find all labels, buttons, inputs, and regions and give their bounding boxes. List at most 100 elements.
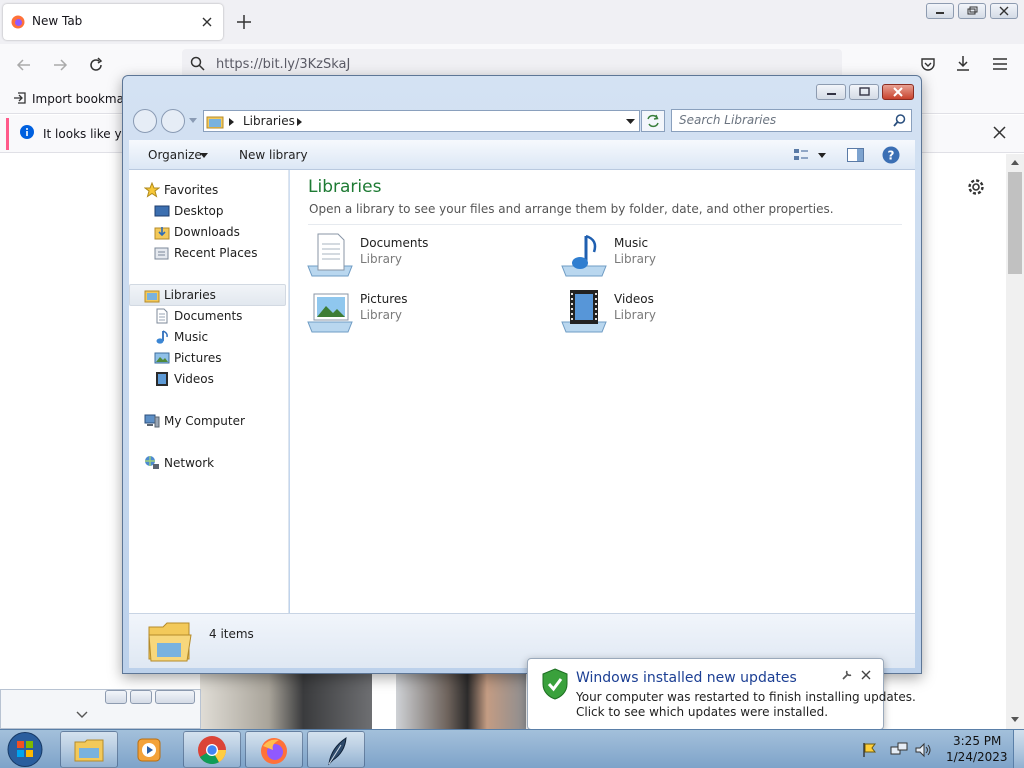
photo-thumbnail[interactable]	[396, 674, 526, 729]
nav-my-computer-label: My Computer	[164, 414, 245, 428]
computer-icon	[144, 414, 160, 428]
nav-favorites-label: Favorites	[164, 183, 219, 197]
taskbar-chrome-button[interactable]	[183, 731, 241, 768]
chevron-down-icon[interactable]	[818, 153, 826, 158]
back-forward-buttons[interactable]	[132, 108, 190, 134]
scroll-up-arrow-icon[interactable]	[1010, 158, 1020, 166]
action-center-flag-icon[interactable]	[862, 742, 878, 758]
view-options-icon[interactable]	[793, 148, 809, 162]
chevron-down-icon	[200, 153, 208, 158]
wrench-options-icon[interactable]	[841, 669, 853, 681]
libraries-explorer-window: Libraries Search Libraries Organize New …	[122, 75, 922, 674]
breadcrumb-arrow-icon[interactable]	[297, 118, 302, 126]
divider	[308, 224, 902, 225]
page-description: Open a library to see your files and arr…	[309, 202, 834, 216]
scroll-down-arrow-icon[interactable]	[1010, 716, 1020, 724]
taskbar-firefox-button[interactable]	[245, 731, 303, 768]
start-button-windows-icon[interactable]	[5, 731, 45, 768]
import-bookmarks-link[interactable]: Import bookmark	[32, 92, 136, 106]
libraries-folder-large-icon	[148, 622, 192, 662]
browser-restore-button[interactable]	[958, 3, 986, 19]
nav-downloads-label: Downloads	[174, 225, 240, 239]
browser-close-button[interactable]	[990, 3, 1018, 19]
forward-arrow-icon[interactable]	[52, 57, 68, 73]
star-icon	[144, 182, 160, 198]
downloads-folder-icon	[154, 227, 170, 240]
taskbar-media-player-button[interactable]	[122, 731, 180, 768]
search-icon[interactable]	[893, 114, 906, 127]
new-library-button[interactable]: New library	[239, 148, 308, 162]
clock-date[interactable]: 1/24/2023	[946, 750, 1008, 764]
chrome-icon	[198, 736, 226, 764]
clock-time[interactable]: 3:25 PM	[953, 734, 1001, 748]
mini-maximize-button[interactable]	[130, 690, 152, 704]
refresh-icon	[647, 114, 659, 128]
page-scrollbar-thumb[interactable]	[1008, 172, 1022, 274]
tab-title: New Tab	[32, 14, 83, 28]
taskbar-feather-app-button[interactable]	[307, 731, 365, 768]
library-music[interactable]: Music Library	[560, 230, 780, 280]
svg-text:?: ?	[888, 149, 895, 163]
new-tab-plus-icon[interactable]	[237, 15, 251, 29]
close-icon[interactable]	[861, 670, 871, 680]
menu-hamburger-icon[interactable]	[992, 57, 1008, 71]
pocket-icon[interactable]	[920, 56, 936, 72]
close-tab-icon[interactable]	[202, 17, 212, 27]
downloads-icon[interactable]	[955, 55, 971, 72]
media-player-icon	[137, 738, 161, 762]
network-tray-icon[interactable]	[890, 742, 908, 758]
videos-library-icon	[561, 290, 607, 333]
library-type: Library	[360, 252, 402, 266]
command-bar: Organize New library ?	[129, 140, 915, 170]
explorer-minimize-button[interactable]	[816, 84, 846, 100]
shield-check-icon	[542, 668, 568, 700]
address-bar[interactable]: Libraries	[203, 110, 640, 132]
photo-thumbnail[interactable]	[200, 674, 372, 729]
libraries-content-pane: Libraries Open a library to see your fil…	[290, 170, 915, 613]
notification-line-2: Click to see which updates were installe…	[576, 705, 829, 719]
back-arrow-icon[interactable]	[16, 57, 32, 73]
explorer-maximize-button[interactable]	[849, 84, 879, 100]
library-videos[interactable]: Videos Library	[560, 286, 780, 336]
desktop-icon	[154, 205, 170, 217]
library-pictures[interactable]: Pictures Library	[306, 286, 526, 336]
refresh-button[interactable]	[641, 110, 665, 132]
library-name: Documents	[360, 236, 429, 250]
nav-music-label: Music	[174, 330, 209, 344]
info-icon	[20, 125, 34, 139]
windows-taskbar: 3:25 PM 1/24/2023	[0, 729, 1024, 768]
libraries-icon	[144, 290, 160, 303]
taskbar-explorer-button[interactable]	[60, 731, 118, 768]
reload-icon[interactable]	[88, 57, 104, 73]
library-documents[interactable]: Documents Library	[306, 230, 526, 280]
nav-network-label: Network	[164, 456, 215, 470]
notice-accent-stripe	[6, 118, 9, 150]
nav-desktop-label: Desktop	[174, 204, 224, 218]
explorer-close-button[interactable]	[882, 84, 914, 100]
breadcrumb-libraries[interactable]: Libraries	[243, 114, 295, 128]
browser-minimize-button[interactable]	[926, 3, 954, 19]
library-type: Library	[360, 308, 402, 322]
mini-minimize-button[interactable]	[105, 690, 127, 704]
folder-icon	[74, 739, 104, 762]
help-icon[interactable]: ?	[882, 146, 900, 164]
chevron-down-icon[interactable]	[76, 711, 88, 719]
address-dropdown-icon[interactable]	[626, 119, 635, 124]
close-notice-icon[interactable]	[993, 126, 1006, 139]
preview-pane-icon[interactable]	[847, 148, 864, 162]
show-desktop-button[interactable]	[1013, 730, 1024, 768]
documents-library-icon	[307, 233, 353, 277]
organize-button[interactable]: Organize	[148, 148, 202, 162]
mini-close-button[interactable]	[155, 690, 195, 704]
notification-line-1: Your computer was restarted to finish in…	[576, 690, 916, 704]
breadcrumb-arrow-icon[interactable]	[229, 118, 234, 126]
volume-icon[interactable]	[914, 742, 932, 758]
feather-icon	[328, 737, 347, 766]
nav-videos-label: Videos	[174, 372, 214, 386]
browser-tab-new-tab[interactable]: New Tab	[3, 4, 223, 40]
update-notification-balloon[interactable]: Windows installed new updates Your compu…	[527, 658, 916, 730]
search-libraries-input[interactable]: Search Libraries	[671, 109, 912, 132]
history-dropdown-icon[interactable]	[189, 118, 197, 124]
url-text[interactable]: https://bit.ly/3KzSkaJ	[216, 57, 350, 72]
gear-icon[interactable]	[967, 178, 985, 196]
